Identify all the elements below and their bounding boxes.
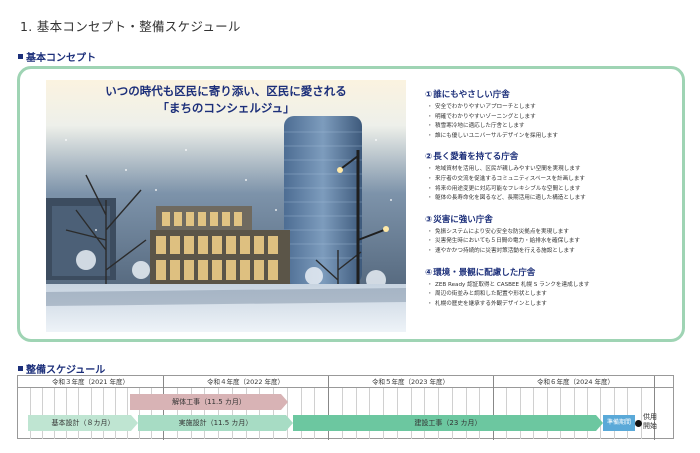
concept-item-4: ④環境・景観に配慮した庁舎 ZEB Ready 認証取得と CASBEE 札幌 … [425,267,680,310]
concept-bullet: 積雪寒冷地に適応した庁舎とします [425,122,680,132]
detailed-design-bar: 実施設計（11.5 カ月） [138,415,293,431]
concept-list: ①誰にもやさしい庁舎 安全でわかりやすいアプローチとします 明確でわかりやすいゾ… [425,89,680,319]
month-gridline [479,388,481,439]
year-label: 令和６年度（2024 年度） [536,378,615,386]
concept-bullet: 安全でわかりやすいアプローチとします [425,103,680,113]
concept-bullet: 来庁者の交流を促進するコミュニティスペースを計画します [425,175,680,185]
month-gridline [640,388,642,439]
month-gridline [286,388,288,439]
month-gridline [451,388,453,439]
year-label: 令和３年度（2021 年度） [51,378,130,386]
concept-number: ④ [425,267,433,278]
concept-bullet: ZEB Ready 認証取得と CASBEE 札幌 S ランクを達成します [425,281,680,291]
month-gridline [613,388,615,439]
schedule-section-title: 整備スケジュール [18,361,105,376]
month-gridline [519,388,521,439]
bullet-square-icon [18,54,23,59]
month-gridline [66,388,68,439]
month-gridline [300,388,302,439]
bullet-square-icon [18,366,23,371]
month-gridline [355,388,357,439]
year-header-row: 令和３年度（2021 年度） 令和４年度（2022 年度） 令和５年度（2023… [18,376,673,388]
month-gridline [533,388,535,439]
concept-bullet: 災害発生時においても５日間の電力・給排水を確保します [425,237,680,247]
month-gridline [369,388,371,439]
concept-bullet: 周辺の街並みと調和した配置や形状とします [425,290,680,300]
preparation-bar: 準備期間 [603,415,635,431]
schedule-grid: 令和３年度（2021 年度） 令和４年度（2022 年度） 令和５年度（2023… [17,375,674,440]
month-gridline [546,388,548,439]
month-gridline [396,388,398,439]
year-label: 令和５年度（2023 年度） [371,378,450,386]
concept-title-text: 災害に強い庁舎 [433,214,493,225]
concept-item-3: ③災害に強い庁舎 免振システムにより安心安全な防災拠点を実現します 災害発生時に… [425,214,680,257]
month-gridline [126,388,128,439]
schedule-chart: 令和３年度（2021 年度） 令和４年度（2022 年度） 令和５年度（2023… [17,375,674,440]
year-label: 令和４年度（2022 年度） [206,378,285,386]
concept-title-text: 長く愛着を持てる庁舎 [433,152,519,163]
month-gridline [90,388,92,439]
opening-label: 供用開始 [643,413,657,430]
month-gridline [78,388,80,439]
demolition-bar: 解体工事（11.5 カ月） [130,394,288,410]
concept-bullet: 明確でわかりやすいゾーニングとします [425,113,680,123]
concept-bullet: 誰にも優しいユニバーサルデザインを採用します [425,132,680,142]
month-gridline [506,388,508,439]
month-gridline [586,388,588,439]
month-gridline [114,388,116,439]
concept-number: ③ [425,214,433,225]
month-gridline [627,388,629,439]
concept-slogan: いつの時代も区民に寄り添い、区民に愛される 「まちのコンシェルジュ」 [46,80,406,118]
slogan-line-2: 「まちのコンシェルジュ」 [157,101,295,115]
concept-number: ① [425,90,433,100]
concept-bullet: 地域資材を活用し、区民が親しみやすい空間を実現します [425,165,680,175]
opening-milestone-dot [635,420,642,427]
concept-item-2: ②長く愛着を持てる庁舎 地域資材を活用し、区民が親しみやすい空間を実現します 来… [425,151,680,203]
concept-title: ①誰にもやさしい庁舎 [425,89,680,101]
slogan-line-1: いつの時代も区民に寄り添い、区民に愛される [105,84,347,98]
month-gridline [438,388,439,439]
month-gridline [410,388,412,439]
schedule-section-title-text: 整備スケジュール [26,365,106,376]
month-gridline [30,388,32,439]
month-gridline [600,388,602,439]
month-gridline [560,388,562,439]
concept-item-1: ①誰にもやさしい庁舎 安全でわかりやすいアプローチとします 明確でわかりやすいゾ… [425,89,680,141]
concept-bullet: 将来の用途変更に対応可能なフレキシブルな空間とします [425,185,680,195]
concept-title-text: 環境・景観に配慮した庁舎 [433,267,536,278]
month-gridline [42,388,44,439]
month-gridline [573,388,575,439]
concept-title: ④環境・景観に配慮した庁舎 [425,267,680,279]
month-gridline [314,388,316,439]
concept-title-text: 誰にもやさしい庁舎 [433,90,510,100]
concept-bullet: 免振システムにより安心安全な防災拠点を実現します [425,228,680,238]
construction-bar: 建設工事（23 カ月） [293,415,603,431]
month-gridline [424,388,426,439]
concept-number: ② [425,152,433,163]
month-gridline [465,388,467,439]
month-gridline [54,388,56,439]
page-heading: 1. 基本コンセプト・整備スケジュール [20,19,241,34]
concept-title: ③災害に強い庁舎 [425,214,680,226]
concept-title: ②長く愛着を持てる庁舎 [425,151,680,163]
month-gridline [341,388,343,439]
month-gridline [102,388,104,439]
concept-section-title: 基本コンセプト [18,49,96,64]
concept-bullet: 速やかかつ持続的に災害対策活動を行える施設とします [425,247,680,257]
concept-bullet: 札幌の歴史を継承する外観デザインとします [425,300,680,310]
month-gridline [383,388,384,439]
basic-design-bar: 基本設計（８カ月） [28,415,138,431]
concept-bullet: 躯体の長寿命化を図るなど、長期活用に適した構造とします [425,194,680,204]
concept-section-title-text: 基本コンセプト [26,53,96,64]
